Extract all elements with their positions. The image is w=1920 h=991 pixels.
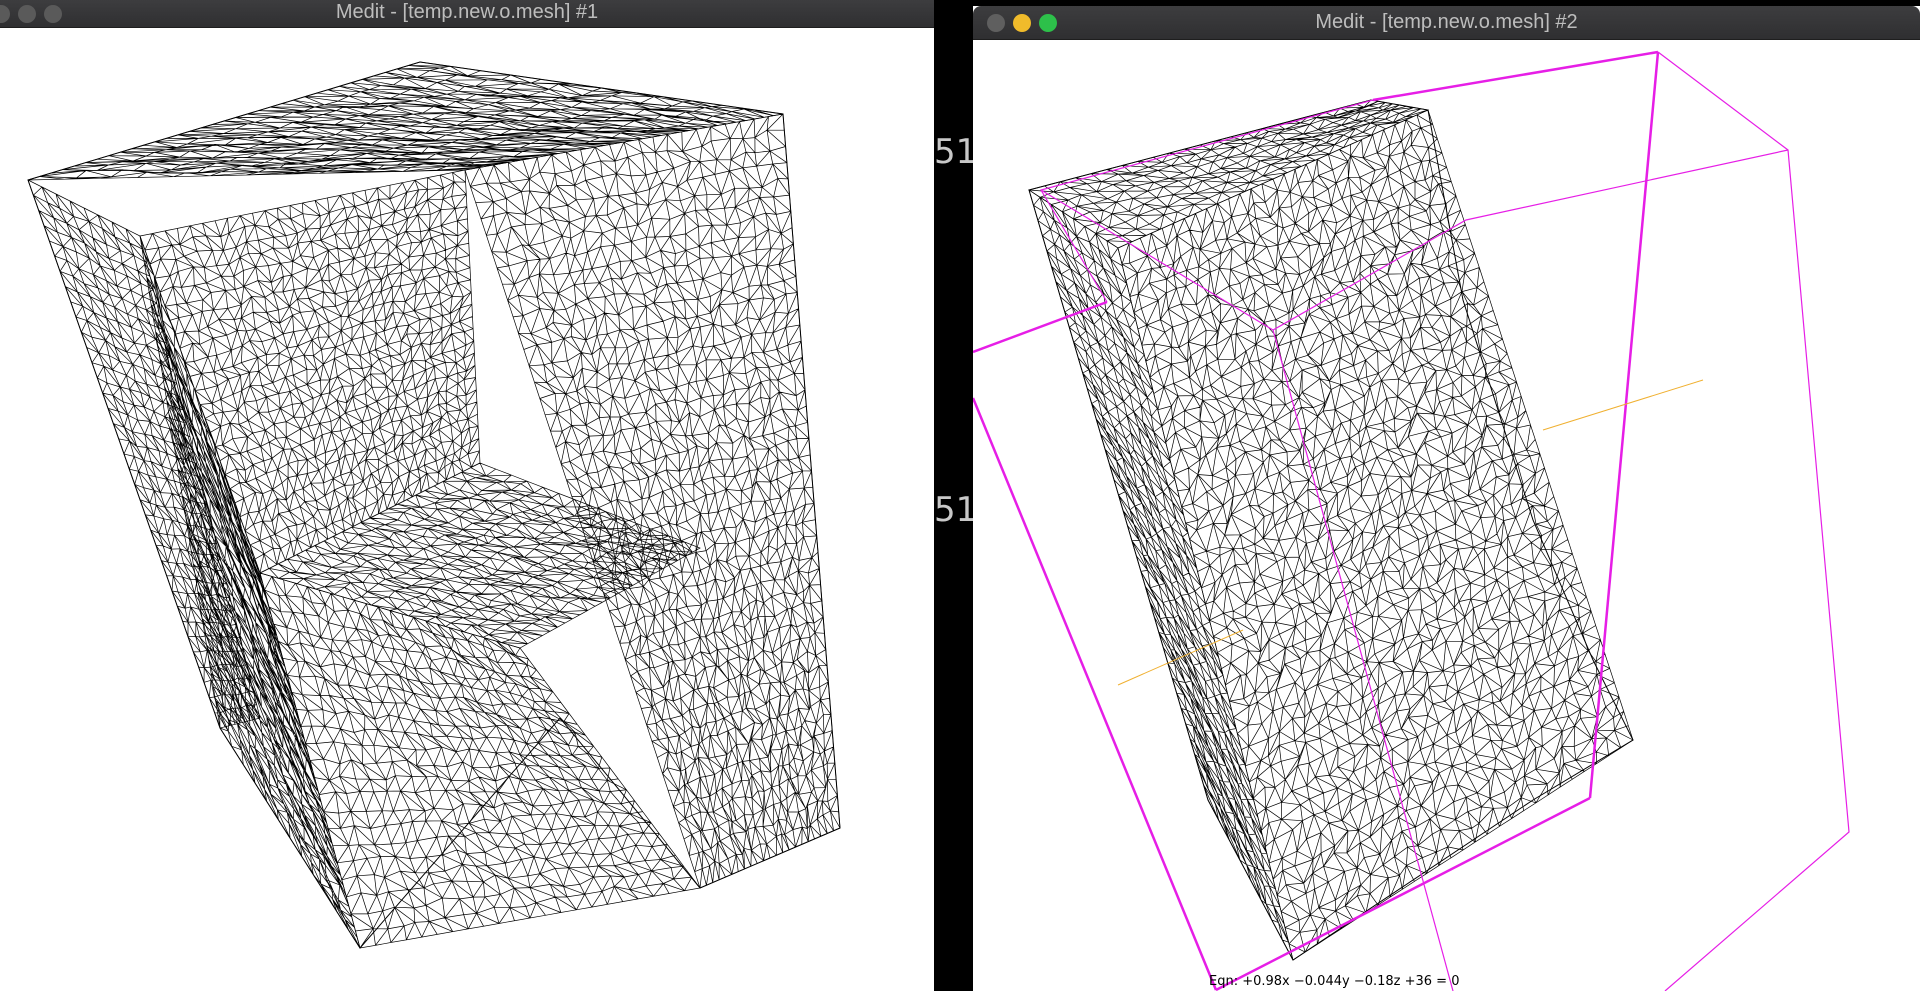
medit-window-1[interactable]: Medit - [temp.new.o.mesh] #1 <box>0 0 934 991</box>
medit-window-2[interactable]: Medit - [temp.new.o.mesh] #2 Eqn: +0.98x… <box>973 6 1920 991</box>
mesh-clip-left-dense <box>1028 189 1294 961</box>
minimize-icon[interactable] <box>18 4 36 23</box>
mesh-face-right <box>464 113 841 889</box>
close-icon[interactable] <box>987 13 1005 32</box>
mesh-render-1 <box>27 61 841 949</box>
window-controls-2 <box>987 6 1065 39</box>
zoom-icon[interactable] <box>44 4 62 23</box>
mesh-viewport-1[interactable] <box>0 28 934 991</box>
minimize-icon[interactable] <box>1013 13 1031 32</box>
clip-plane-edge-left <box>973 300 1108 354</box>
clip-plane-edge-right <box>1588 51 1660 799</box>
mesh-render-2 <box>973 50 1850 991</box>
title-bar-1[interactable]: Medit - [temp.new.o.mesh] #1 <box>0 0 934 28</box>
mesh-face-top <box>27 61 784 181</box>
clip-plane-edge-bottom <box>1215 796 1591 991</box>
mesh-viewport-2[interactable]: Eqn: +0.98x −0.044y −0.18z +36 = 0 <box>973 40 1920 991</box>
plane-equation: Eqn: +0.98x −0.044y −0.18z +36 = 0 <box>1209 974 1460 989</box>
zoom-icon[interactable] <box>1039 13 1057 32</box>
window-controls-1 <box>0 0 70 27</box>
window-title-1: Medit - [temp.new.o.mesh] #1 <box>335 1 599 23</box>
close-icon[interactable] <box>0 4 10 23</box>
mesh-clip-front <box>1117 109 1634 961</box>
clip-plane-edge-top-right <box>1372 50 1659 102</box>
clip-plane-box-right <box>1657 51 1850 991</box>
window-title-2: Medit - [temp.new.o.mesh] #2 <box>1315 11 1578 33</box>
title-bar-2[interactable]: Medit - [temp.new.o.mesh] #2 <box>973 6 1920 40</box>
